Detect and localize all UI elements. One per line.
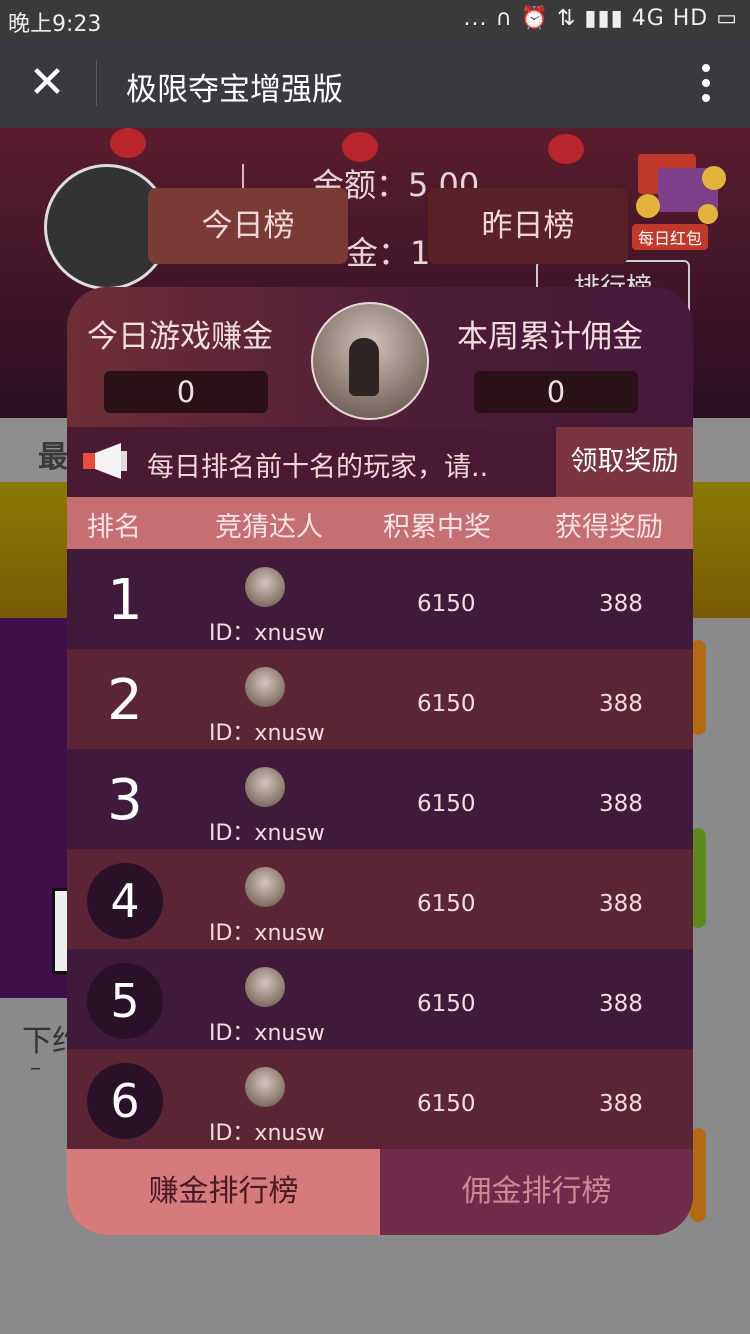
- status-time: 晚上9:23: [8, 12, 102, 37]
- player-avatar-small: [245, 567, 285, 607]
- rank-number: 5: [87, 963, 163, 1039]
- weekly-commission-value: 0: [474, 371, 638, 413]
- score-value: 6150: [417, 691, 476, 717]
- claim-reward-button[interactable]: 领取奖励: [556, 427, 693, 497]
- player-avatar-small: [245, 1067, 285, 1107]
- score-value: 6150: [417, 891, 476, 917]
- table-row: 5 ID：xnusw 6150 388: [67, 949, 693, 1049]
- nav-bar: ✕ 极限夺宝增强版: [0, 38, 750, 128]
- rank-number: 2: [107, 668, 143, 733]
- notice-bar: 每日排名前十名的玩家，请.. 领取奖励: [67, 427, 693, 497]
- player-id: ID：xnusw: [209, 721, 325, 746]
- rank-number: 3: [107, 768, 143, 833]
- table-row: 2 ID：xnusw 6150 388: [67, 649, 693, 749]
- rank-number: 1: [107, 568, 143, 633]
- weekly-commission-label: 本周累计佣金: [457, 319, 643, 355]
- player-avatar-small: [245, 767, 285, 807]
- tab-earnings-ranking[interactable]: 赚金排行榜: [67, 1149, 380, 1235]
- notice-text: 每日排名前十名的玩家，请..: [147, 452, 489, 483]
- table-row: 6 ID：xnusw 6150 388: [67, 1049, 693, 1149]
- header-player: 竞猜达人: [215, 512, 323, 543]
- nav-divider: [96, 60, 97, 106]
- status-bar: 晚上9:23 ... ∩ ⏰ ⇅ ▮▮▮ 4G HD ▭: [0, 0, 750, 38]
- more-menu-icon[interactable]: [702, 64, 712, 104]
- close-icon[interactable]: ✕: [24, 60, 70, 106]
- gold-text: 金：1: [346, 234, 431, 272]
- modal-footer: 赚金排行榜 佣金排行榜: [67, 1149, 693, 1235]
- tab-commission-ranking[interactable]: 佣金排行榜: [380, 1149, 693, 1235]
- table-row: 1 ID：xnusw 6150 388: [67, 549, 693, 649]
- score-value: 6150: [417, 791, 476, 817]
- player-avatar: [311, 302, 429, 420]
- player-id: ID：xnusw: [209, 1121, 325, 1146]
- header-reward: 获得奖励: [555, 512, 663, 543]
- score-value: 6150: [417, 591, 476, 617]
- daily-redpack[interactable]: 每日红包: [628, 148, 732, 250]
- page-title: 极限夺宝增强版: [126, 72, 343, 108]
- lantern-decoration: [342, 132, 378, 162]
- today-earnings-value: 0: [104, 371, 268, 413]
- player-avatar-small: [245, 667, 285, 707]
- section-title: 最: [38, 440, 68, 475]
- reward-value: 388: [599, 891, 643, 917]
- rank-number: 4: [87, 863, 163, 939]
- leaderboard-modal: 今日游戏赚金 本周累计佣金 0 0 每日排名前十名的玩家，请.. 领取奖励 排名…: [67, 287, 693, 1235]
- redpack-icon: [636, 154, 726, 224]
- status-icons: ... ∩ ⏰ ⇅ ▮▮▮ 4G HD ▭: [463, 6, 738, 31]
- table-row: 3 ID：xnusw 6150 388: [67, 749, 693, 849]
- score-value: 6150: [417, 991, 476, 1017]
- rank-number: 6: [87, 1063, 163, 1139]
- player-id: ID：xnusw: [209, 821, 325, 846]
- reward-value: 388: [599, 691, 643, 717]
- player-id: ID：xnusw: [209, 1021, 325, 1046]
- player-id: ID：xnusw: [209, 621, 325, 646]
- tab-yesterday[interactable]: 昨日榜: [428, 188, 628, 264]
- today-earnings-label: 今日游戏赚金: [87, 319, 273, 355]
- lantern-decoration: [110, 128, 146, 158]
- megaphone-icon: [83, 443, 127, 479]
- reward-value: 388: [599, 1091, 643, 1117]
- header-rank: 排名: [87, 512, 141, 543]
- redpack-label: 每日红包: [632, 224, 709, 250]
- table-row: 4 ID：xnusw 6150 388: [67, 849, 693, 949]
- reward-value: 388: [599, 991, 643, 1017]
- player-id: ID：xnusw: [209, 921, 325, 946]
- player-avatar-small: [245, 867, 285, 907]
- lantern-decoration: [548, 134, 584, 164]
- player-avatar-small: [245, 967, 285, 1007]
- tab-today[interactable]: 今日榜: [148, 188, 348, 264]
- modal-header: 今日游戏赚金 本周累计佣金 0 0: [67, 287, 693, 427]
- bottom-dash: –: [30, 1056, 41, 1081]
- header-score: 积累中奖: [383, 512, 491, 543]
- reward-value: 388: [599, 791, 643, 817]
- table-header: 排名 竞猜达人 积累中奖 获得奖励: [67, 497, 693, 549]
- score-value: 6150: [417, 1091, 476, 1117]
- reward-value: 388: [599, 591, 643, 617]
